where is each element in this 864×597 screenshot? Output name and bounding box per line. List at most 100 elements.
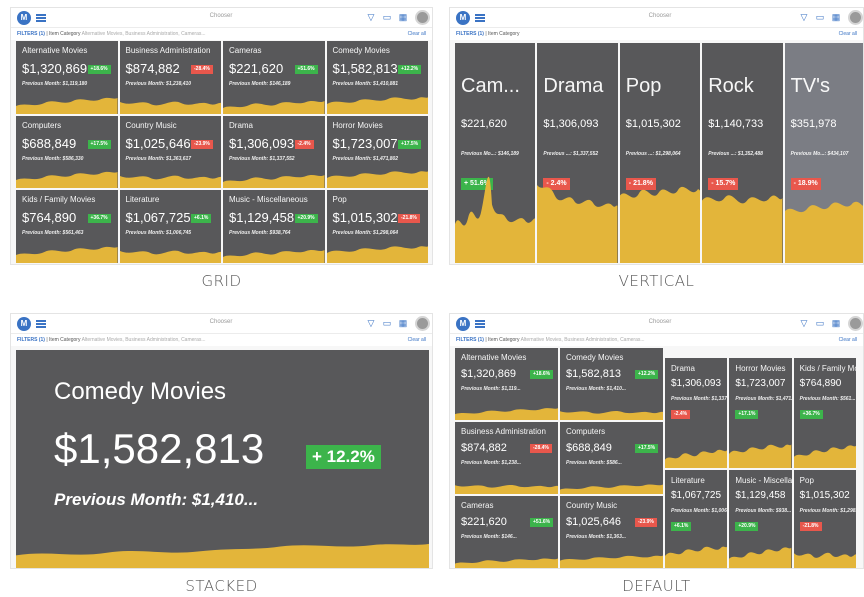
tile-category-name: Comedy Movies — [54, 378, 227, 405]
tile-value: $688,849 — [22, 135, 77, 151]
chooser-dropdown[interactable]: Chooser — [171, 13, 271, 19]
kpi-tile[interactable]: Music - Miscellaneous$1,129,458Previous … — [729, 470, 792, 568]
menu-icon[interactable] — [475, 14, 485, 22]
tile-value: $1,129,458 — [735, 490, 786, 501]
comment-icon[interactable]: ▭ — [815, 319, 825, 328]
trend-area-chart — [16, 543, 429, 568]
tile-value: $1,140,733 — [708, 118, 764, 130]
logo-icon[interactable]: M — [17, 11, 31, 25]
change-badge: -28.4% — [530, 444, 552, 453]
logo-icon[interactable]: M — [17, 317, 31, 331]
trend-area-chart — [729, 444, 792, 468]
clear-filters-link[interactable]: Clear all — [839, 334, 857, 346]
trend-area-chart — [119, 175, 221, 189]
kpi-tile-comedy-movies[interactable]: Comedy Movies $1,582,813 + 12.2% Previou… — [16, 350, 429, 568]
filter-text: Item Category — [488, 337, 520, 343]
clear-filters-link[interactable]: Clear all — [839, 28, 857, 40]
kpi-tile[interactable]: Country Music $1,025,646 Previous Month: $… — [560, 496, 663, 568]
kpi-tile[interactable]: Computers $688,849 Previous Month: $586,33… — [16, 115, 118, 189]
filters-label[interactable]: FILTERS (1) — [456, 337, 484, 343]
kpi-tile[interactable]: Music - Miscellaneous$1,129,458Previous … — [223, 190, 325, 263]
kpi-tile[interactable]: Alternative Movies $1,320,869 Previous Mon… — [16, 41, 118, 114]
kpi-tile[interactable]: Cameras $221,620 Previous Month: $146,189 +… — [223, 41, 325, 114]
caption-vertical: VERTICAL — [618, 272, 695, 290]
comment-icon[interactable]: ▭ — [815, 13, 825, 22]
kpi-tile[interactable]: Business Administration $874,882 Previous … — [455, 422, 558, 494]
kpi-tile[interactable]: Business Administration $874,882 Previous … — [119, 41, 221, 114]
filters-label[interactable]: FILTERS (1) — [17, 31, 45, 37]
kpi-tile[interactable]: Comedy Movies $1,582,813 Previous Month: $… — [326, 41, 428, 114]
tile-value: $764,890 — [799, 378, 842, 389]
trend-area-chart — [326, 96, 428, 114]
filter-icon[interactable]: ▽ — [366, 13, 376, 22]
kpi-tile[interactable]: Cameras $221,620 Previous Month: $146... +5… — [455, 496, 558, 568]
tile-value: $874,882 — [125, 61, 180, 76]
trend-area-chart — [223, 175, 325, 189]
kpi-tile[interactable]: Literature $1,067,725 Previous Month: $1,0… — [119, 190, 221, 263]
filter-icon[interactable]: ▽ — [366, 319, 376, 328]
filter-values: Alternative Movies, Business Administrat… — [520, 337, 645, 343]
kpi-tile[interactable]: Drama $1,306,093 Previous Month: $1,337...… — [665, 358, 728, 468]
clear-filters-link[interactable]: Clear all — [408, 334, 426, 346]
change-badge: -2.4% — [671, 410, 691, 419]
tile-category-name: Rock — [708, 75, 754, 97]
change-badge: -23.9% — [635, 518, 657, 527]
tile-value: $874,882 — [461, 442, 507, 454]
tile-category-name: Drama — [543, 75, 604, 97]
chooser-dropdown[interactable]: Chooser — [610, 13, 710, 19]
previous-month-label: Previous Month: $1,410... — [54, 490, 259, 509]
calendar-icon[interactable]: ▦ — [831, 319, 841, 328]
tile-category-name: Comedy Movies — [566, 353, 624, 362]
menu-icon[interactable] — [475, 320, 485, 328]
comment-icon[interactable]: ▭ — [382, 13, 392, 22]
kpi-tile[interactable]: Alternative Movies $1,320,869 Previous Mon… — [455, 348, 558, 420]
trend-area-chart — [455, 176, 536, 263]
filters-label[interactable]: FILTERS (1) — [17, 337, 45, 343]
menu-icon[interactable] — [36, 14, 46, 22]
comment-icon[interactable]: ▭ — [382, 319, 392, 328]
chooser-dropdown[interactable]: Chooser — [171, 319, 271, 325]
kpi-tile[interactable]: Horror Movies $1,723,007 Previous Month: $… — [326, 115, 428, 189]
kpi-tile[interactable]: TV's $351,978 Previous Mo...: $434,107- 18… — [784, 43, 863, 263]
user-icon[interactable] — [415, 316, 430, 331]
kpi-tile[interactable]: Cam... $221,620 Previous Mo...: $146,189 + … — [455, 43, 536, 263]
kpi-tile[interactable]: Horror Movies $1,723,007 Previous Month: $… — [729, 358, 792, 468]
tile-value: $221,620 — [461, 516, 507, 528]
user-icon[interactable] — [848, 10, 863, 25]
kpi-tile[interactable]: Pop $1,015,302 Previous Month: $1,298... -2… — [793, 470, 856, 568]
chooser-dropdown[interactable]: Chooser — [610, 319, 710, 325]
kpi-tile[interactable]: Drama $1,306,093 Previous ...: $1,337,552-… — [537, 43, 618, 263]
kpi-tile[interactable]: Computers $688,849 Previous Month: $586...… — [560, 422, 663, 494]
calendar-icon[interactable]: ▦ — [398, 319, 408, 328]
user-icon[interactable] — [848, 316, 863, 331]
filter-values: Alternative Movies, Business Administrat… — [81, 337, 206, 343]
top-bar: M Chooser ▽ ▭ ▦ — [450, 314, 863, 334]
kpi-tile[interactable]: Pop $1,015,302 Previous ...: $1,298,064- 2… — [619, 43, 701, 263]
filter-icon[interactable]: ▽ — [799, 319, 809, 328]
user-icon[interactable] — [415, 10, 430, 25]
logo-icon[interactable]: M — [456, 317, 470, 331]
kpi-tile[interactable]: Rock $1,140,733 Previous ...: $1,352,488- … — [702, 43, 783, 263]
clear-filters-link[interactable]: Clear all — [408, 28, 426, 40]
stacked-layout-panel: M Chooser ▽ ▭ ▦ FILTERS (1) | Item Categ… — [10, 313, 433, 569]
trend-area-chart — [16, 246, 118, 263]
kpi-tile[interactable]: Drama $1,306,093 Previous Month: $1,337,55… — [223, 115, 325, 189]
tile-category-name: Pop — [332, 195, 347, 205]
kpi-tile[interactable]: Pop $1,015,302 Previous Month: $1,298,064-… — [326, 190, 428, 263]
filter-icon[interactable]: ▽ — [799, 13, 809, 22]
change-badge: +17.5% — [398, 139, 422, 149]
calendar-icon[interactable]: ▦ — [398, 13, 408, 22]
kpi-tile[interactable]: Country Music $1,025,646 Previous Month: $… — [119, 115, 221, 189]
kpi-tile[interactable]: Comedy Movies $1,582,813 Previous Month: $… — [560, 348, 663, 420]
kpi-tile[interactable]: Kids / Family Movies$764,890Previous Mon… — [16, 190, 118, 263]
change-badge: +17.5% — [635, 444, 659, 453]
previous-month-label: Previous Month: $1,337... — [671, 396, 728, 402]
menu-icon[interactable] — [36, 320, 46, 328]
kpi-tile[interactable]: Kids / Family Movies$764,890Previous Mon… — [793, 358, 856, 468]
logo-icon[interactable]: M — [456, 11, 470, 25]
calendar-icon[interactable]: ▦ — [831, 13, 841, 22]
kpi-tile[interactable]: Literature $1,067,725 Previous Month: $1,0… — [665, 470, 728, 568]
trend-area-chart — [784, 201, 863, 263]
trend-area-chart — [537, 185, 618, 263]
filters-label[interactable]: FILTERS (1) — [456, 31, 484, 37]
